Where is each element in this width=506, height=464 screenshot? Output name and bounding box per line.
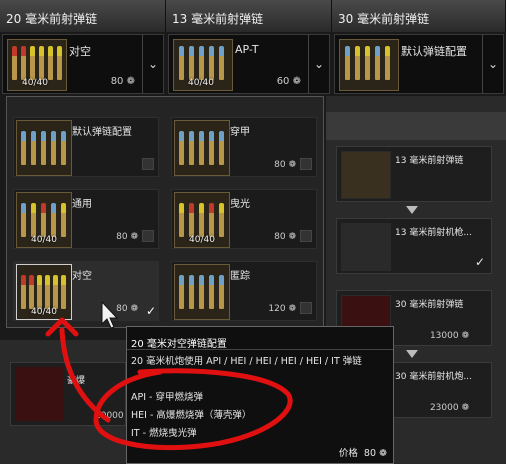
annotation-overlay (45, 300, 293, 451)
mouse-cursor-icon (101, 300, 119, 329)
highlight-ellipse (93, 368, 293, 451)
